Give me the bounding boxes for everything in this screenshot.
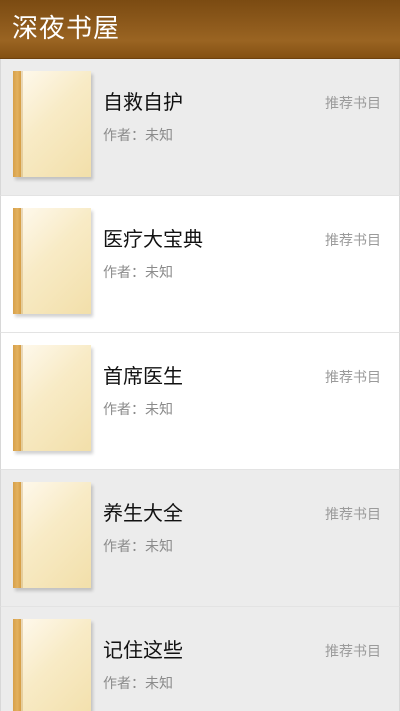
- book-author: 作者：未知: [103, 265, 173, 281]
- recommend-tag: 推荐书目: [325, 370, 381, 386]
- recommend-tag: 推荐书目: [325, 644, 381, 660]
- book-title: 记住这些: [103, 638, 183, 662]
- list-item[interactable]: 记住这些 作者：未知 推荐书目: [0, 607, 400, 711]
- book-author: 作者：未知: [103, 676, 173, 692]
- book-edge: [21, 482, 23, 588]
- book-cover-icon: [13, 482, 91, 588]
- book-title: 医疗大宝典: [103, 227, 203, 251]
- book-cover-icon: [13, 345, 91, 451]
- book-edge: [21, 208, 23, 314]
- book-edge: [21, 345, 23, 451]
- list-item[interactable]: 首席医生 作者：未知 推荐书目: [0, 333, 400, 470]
- book-edge: [21, 619, 23, 711]
- list-item[interactable]: 医疗大宝典 作者：未知 推荐书目: [0, 196, 400, 333]
- book-title: 养生大全: [103, 501, 183, 525]
- book-spine: [13, 482, 21, 588]
- book-author: 作者：未知: [103, 128, 173, 144]
- page-title: 深夜书屋: [12, 14, 121, 44]
- book-author: 作者：未知: [103, 402, 173, 418]
- book-edge: [21, 71, 23, 177]
- recommend-tag: 推荐书目: [325, 96, 381, 112]
- recommend-tag: 推荐书目: [325, 507, 381, 523]
- recommend-tag: 推荐书目: [325, 233, 381, 249]
- top-app-bar: 深夜书屋: [0, 0, 400, 58]
- list-item[interactable]: 自救自护 作者：未知 推荐书目: [0, 59, 400, 196]
- book-cover-icon: [13, 208, 91, 314]
- book-list[interactable]: 自救自护 作者：未知 推荐书目 医疗大宝典 作者：未知 推荐书目 首席医生 作者…: [0, 59, 400, 711]
- list-item[interactable]: 养生大全 作者：未知 推荐书目: [0, 470, 400, 607]
- book-cover-icon: [13, 619, 91, 711]
- book-spine: [13, 345, 21, 451]
- book-spine: [13, 71, 21, 177]
- book-spine: [13, 619, 21, 711]
- book-author: 作者：未知: [103, 539, 173, 555]
- book-spine: [13, 208, 21, 314]
- book-cover-icon: [13, 71, 91, 177]
- app-screen: 深夜书屋 自救自护 作者：未知 推荐书目 医疗大宝典 作者：未知 推荐书目 首席…: [0, 0, 400, 711]
- book-title: 自救自护: [103, 90, 183, 114]
- book-title: 首席医生: [103, 364, 183, 388]
